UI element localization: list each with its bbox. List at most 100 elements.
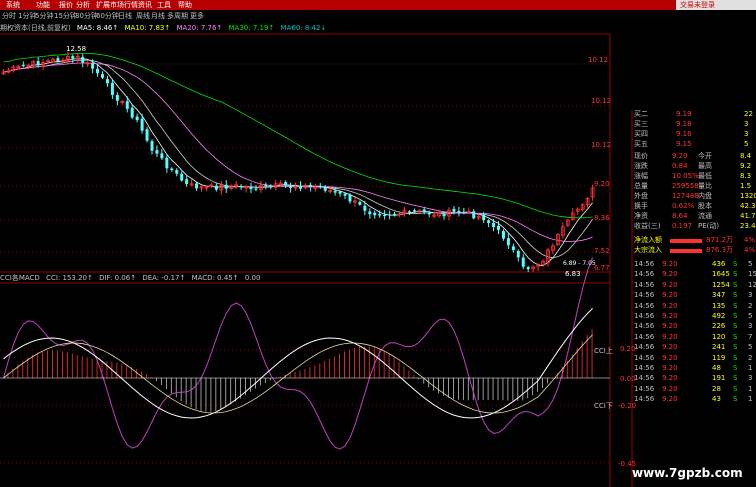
price-tick: 6.77 bbox=[594, 264, 610, 272]
tick-count: 1 bbox=[748, 395, 753, 404]
stat-value: 23.4 bbox=[740, 222, 756, 230]
candle-body bbox=[91, 63, 95, 69]
indicator-title: CCI各MACD bbox=[0, 274, 40, 282]
flow-bar bbox=[670, 239, 702, 243]
stat-value: 9.20 bbox=[672, 152, 688, 160]
tick-time: 14:56 bbox=[634, 312, 655, 320]
stat-value: 0.197 bbox=[672, 222, 693, 230]
stat-label: 涨跌 bbox=[634, 162, 648, 170]
candle-body bbox=[323, 187, 327, 191]
flow-row: 净流入额 871.2万 4% bbox=[632, 236, 756, 246]
stat-value: 127488 bbox=[672, 192, 699, 200]
bid-price: 9.18 bbox=[676, 120, 692, 128]
low-price-annotation: 6.83 bbox=[565, 270, 581, 278]
candle-body bbox=[125, 101, 129, 109]
candle-body bbox=[214, 185, 218, 190]
candle-body bbox=[145, 129, 149, 141]
candle-body bbox=[239, 186, 243, 188]
stat-row: 收益(三) 0.197 PE(动) 23.4 bbox=[632, 222, 756, 232]
candle-body bbox=[36, 61, 40, 66]
candle-body bbox=[412, 210, 416, 212]
tick-time: 14:56 bbox=[634, 353, 655, 362]
bid-row: 买二 9.19 22 bbox=[632, 110, 756, 120]
bid-volume: 3 bbox=[744, 130, 749, 138]
tick-price: 9.20 bbox=[662, 322, 678, 331]
candle-body bbox=[348, 194, 352, 202]
stat-value: 13208 bbox=[740, 192, 756, 200]
candle-body bbox=[373, 212, 377, 216]
bid-label: 买五 bbox=[634, 140, 648, 148]
candle-body bbox=[150, 141, 154, 151]
bid-price: 9.19 bbox=[676, 110, 692, 118]
candle-body bbox=[343, 193, 347, 196]
tick-time: 14:56 bbox=[634, 395, 655, 404]
tick-time: 14:56 bbox=[634, 374, 655, 383]
tick-side: S bbox=[733, 301, 738, 310]
tick-count: 2 bbox=[748, 353, 753, 362]
candle-body bbox=[516, 250, 520, 258]
tick-side: S bbox=[733, 332, 738, 341]
candle-body bbox=[442, 213, 446, 217]
stat-value: 10.05% bbox=[672, 172, 699, 180]
tick-side: S bbox=[733, 291, 738, 300]
stat-label: 外盘 bbox=[634, 192, 648, 200]
flow-percent: 4% bbox=[744, 236, 756, 244]
candle-body bbox=[378, 213, 382, 216]
stat-label: 最高 bbox=[698, 162, 712, 170]
tick-price: 9.20 bbox=[662, 280, 678, 289]
candle-body bbox=[299, 185, 302, 189]
candle-body bbox=[482, 214, 486, 221]
ma20-line bbox=[3, 62, 593, 243]
flow-label: 净流入额 bbox=[634, 236, 662, 244]
tick-volume: 1254 bbox=[712, 280, 730, 289]
stat-label: 股本 bbox=[698, 202, 712, 210]
stat-row: 涨幅 10.05% 最低 8.3 bbox=[632, 172, 756, 182]
candle-body bbox=[96, 68, 100, 74]
tick-count: 15 bbox=[748, 270, 756, 279]
candle-body bbox=[487, 220, 491, 224]
bid-row: 买四 9.16 3 bbox=[632, 130, 756, 140]
candle-body bbox=[462, 211, 466, 214]
indicator-legend: CCI各MACD CCI: 153.20↑ DIF: 0.06↑ DEA: -0… bbox=[0, 273, 260, 283]
candle-body bbox=[363, 205, 367, 211]
candle-body bbox=[422, 209, 426, 213]
tick-row: 14:56 9.20 226 S 3 bbox=[632, 322, 756, 332]
candle-body bbox=[115, 94, 119, 101]
tick-row: 14:56 9.20 492 S 5 bbox=[632, 312, 756, 322]
candle-body bbox=[71, 56, 75, 59]
cci-upper-label: CCI上 bbox=[594, 347, 613, 355]
price-tick: 10.12 bbox=[591, 141, 612, 149]
tick-row: 14:56 9.20 43 S 1 bbox=[632, 395, 756, 405]
stat-row: 外盘 127488内盘 13208 bbox=[632, 192, 756, 202]
bid-row: 买五 9.15 5 bbox=[632, 140, 756, 150]
tick-count: 1 bbox=[748, 364, 753, 372]
tick-side: S bbox=[733, 364, 738, 372]
candle-body bbox=[180, 173, 184, 181]
bid-volume: 3 bbox=[744, 120, 749, 128]
stat-row: 换手 0.62% 股本 42.3 bbox=[632, 202, 756, 212]
tick-price: 9.20 bbox=[662, 364, 678, 372]
candle-body bbox=[333, 190, 337, 193]
price-tick: 10.12 bbox=[591, 97, 612, 105]
flow-label: 大宗流入 bbox=[634, 246, 662, 254]
candle-body bbox=[501, 231, 505, 239]
tick-time: 14:56 bbox=[634, 280, 655, 289]
stat-label: 收益(三) bbox=[634, 222, 661, 230]
cci-value: CCI: 153.20↑ bbox=[46, 274, 93, 282]
bid-label: 买四 bbox=[634, 130, 648, 138]
tick-volume: 48 bbox=[712, 364, 721, 372]
stat-value: 42.3 bbox=[740, 202, 756, 210]
tick-side: S bbox=[733, 312, 738, 320]
candle-body bbox=[506, 238, 510, 246]
tick-side: S bbox=[733, 270, 738, 279]
dea-value: DEA: -0.17↑ bbox=[142, 274, 186, 282]
tick-row: 14:56 9.20 191 S 3 bbox=[632, 374, 756, 384]
ma60-line bbox=[3, 52, 593, 219]
candle-body bbox=[254, 188, 258, 190]
candle-body bbox=[195, 183, 199, 189]
tick-side: S bbox=[733, 353, 738, 362]
tick-row: 14:56 9.20 1645 S 15 bbox=[632, 270, 756, 280]
tick-row: 14:56 9.20 120 S 7 bbox=[632, 333, 756, 343]
stat-label: 今开 bbox=[698, 152, 712, 160]
tick-row: 14:56 9.20 241 S 5 bbox=[632, 343, 756, 353]
